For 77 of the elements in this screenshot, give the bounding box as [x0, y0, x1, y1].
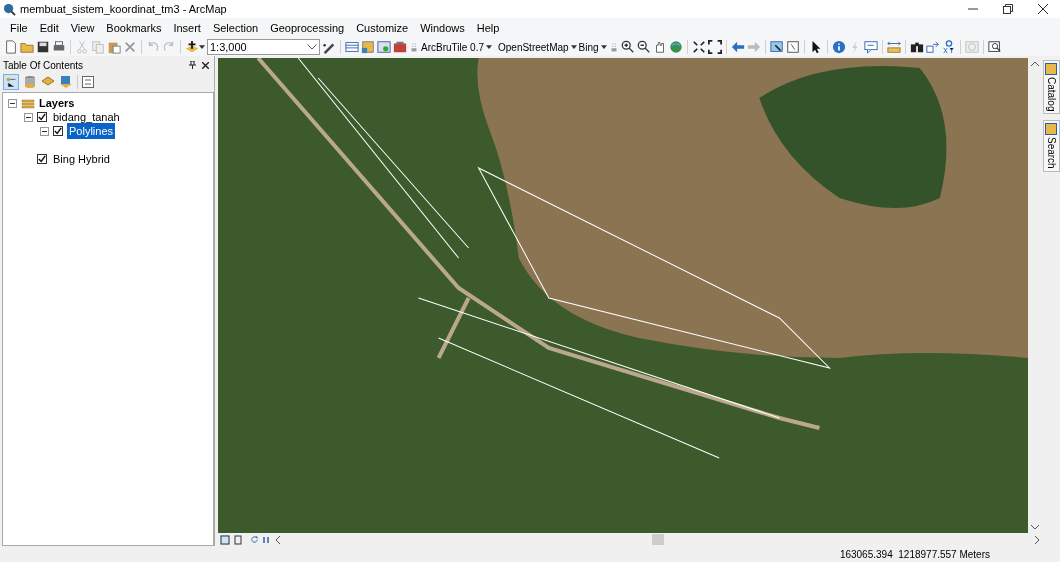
speech-bubble-icon[interactable] — [863, 40, 878, 54]
restore-icon[interactable] — [1003, 4, 1013, 14]
menu-item[interactable]: Geoprocessing — [264, 19, 351, 37]
caret-icon — [486, 45, 492, 49]
menu-item[interactable]: Customize — [350, 19, 415, 37]
menu-item[interactable]: Edit — [33, 19, 65, 37]
layer-checkbox[interactable] — [37, 154, 47, 164]
collapse-icon[interactable] — [40, 126, 49, 136]
pin-icon[interactable] — [189, 61, 196, 69]
dropdown-button[interactable]: ArcBruTile 0.7 — [421, 39, 492, 55]
database-icon[interactable] — [23, 75, 37, 89]
layout-view-icon[interactable] — [233, 534, 243, 545]
toolbox-icon[interactable] — [393, 40, 407, 54]
layer-label[interactable]: Polylines — [67, 122, 116, 140]
toolbar-grip-icon[interactable] — [409, 40, 419, 54]
measure-icon[interactable] — [886, 40, 901, 54]
layer-checkbox[interactable] — [37, 112, 47, 122]
table-icon[interactable] — [345, 40, 359, 54]
binoculars-icon[interactable] — [909, 40, 924, 54]
dropdown-button[interactable]: OpenStreetMap — [498, 39, 577, 55]
menu-item[interactable]: Bookmarks — [100, 19, 168, 37]
scale-dropdown[interactable]: 1:3,000 — [207, 39, 320, 55]
caret-icon — [570, 45, 577, 49]
data-view-icon[interactable] — [220, 534, 230, 545]
window-icon[interactable] — [377, 40, 391, 54]
pause-icon[interactable] — [262, 535, 270, 544]
paste-icon[interactable] — [107, 40, 121, 54]
layers-stack-icon — [21, 97, 35, 109]
new-document-icon[interactable] — [4, 40, 18, 54]
fixed-zoom-in-icon[interactable] — [691, 40, 706, 54]
zoom-window-icon[interactable] — [987, 40, 1002, 54]
scroll-thumb[interactable] — [651, 534, 664, 545]
xy-icon[interactable] — [941, 40, 956, 54]
identify-icon[interactable] — [831, 40, 846, 54]
menu-item[interactable]: Insert — [167, 19, 207, 37]
chevron-icon — [307, 44, 317, 50]
window-title: membuat_sistem_koordinat_tm3 - ArcMap — [20, 1, 227, 17]
caret-icon — [600, 45, 607, 49]
menu-item[interactable]: File — [4, 19, 34, 37]
globe-icon[interactable] — [668, 40, 683, 54]
menu-item[interactable]: Selection — [206, 19, 265, 37]
route-icon[interactable] — [925, 40, 940, 54]
window-icon — [1045, 123, 1057, 136]
panel-title: Table Of Contents — [3, 58, 85, 73]
time-slider-icon[interactable] — [964, 40, 979, 54]
save-icon[interactable] — [36, 40, 50, 54]
printer-icon[interactable] — [52, 40, 66, 54]
delete-icon[interactable] — [123, 40, 137, 54]
plus-layer-icon — [185, 40, 199, 54]
layer-label[interactable]: Bing Hybrid — [51, 150, 112, 168]
options-icon[interactable] — [82, 76, 94, 88]
zoom-in-icon[interactable] — [620, 40, 635, 54]
collapse-icon[interactable] — [8, 98, 17, 108]
menu-item[interactable]: Help — [470, 19, 506, 37]
zoom-out-icon[interactable] — [636, 40, 651, 54]
dropdown-button[interactable]: Bing — [578, 39, 607, 55]
menu-item[interactable]: View — [64, 19, 101, 37]
add-data-button[interactable] — [185, 40, 205, 54]
back-arrow-icon[interactable] — [730, 40, 745, 54]
side-tab[interactable]: Catalog — [1042, 60, 1060, 115]
fixed-zoom-out-icon[interactable] — [707, 40, 722, 54]
side-tab[interactable]: Search — [1042, 120, 1060, 173]
list-by-drawing-order-icon[interactable] — [3, 74, 19, 90]
clear-selection-icon[interactable] — [785, 40, 800, 54]
select-features-icon[interactable] — [769, 40, 784, 54]
window-icon — [1045, 63, 1057, 75]
caret-icon — [199, 45, 205, 49]
close-icon[interactable] — [1038, 4, 1048, 14]
catalog-icon[interactable] — [361, 40, 375, 54]
close-icon[interactable] — [202, 61, 209, 69]
coordinates-readout: 163065.394 1218977.557 Meters — [839, 547, 990, 562]
app-globe-icon — [3, 2, 16, 16]
layer-checkbox[interactable] — [53, 126, 63, 136]
horizontal-scrollbar[interactable] — [273, 533, 1042, 546]
refresh-icon[interactable] — [250, 535, 259, 544]
menu-item[interactable]: Windows — [414, 19, 471, 37]
collapse-icon[interactable] — [24, 112, 33, 122]
